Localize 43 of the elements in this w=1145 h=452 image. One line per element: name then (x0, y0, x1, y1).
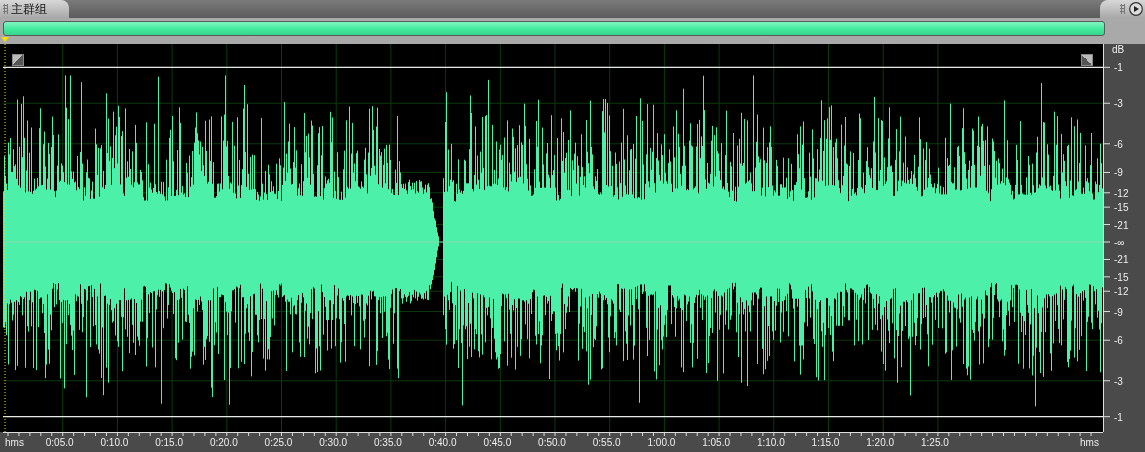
db-tick-label: -15 (1114, 201, 1129, 213)
db-tick-label: -1 (1114, 61, 1123, 73)
time-unit-label: hms (1080, 437, 1099, 448)
panel-tab[interactable]: 主群组 (0, 0, 69, 18)
db-tick-label: -12 (1114, 187, 1129, 199)
playhead-marker-icon[interactable] (1, 37, 9, 42)
grip-icon (3, 4, 8, 14)
time-tick-label: 1:10.0 (756, 437, 785, 448)
fade-handle-icon[interactable] (12, 54, 24, 66)
db-tick-label: -12 (1114, 285, 1129, 297)
db-tick-label: -6 (1114, 138, 1123, 150)
db-tick-label: -21 (1114, 219, 1129, 231)
time-tick-label: 1:15.0 (811, 437, 840, 448)
time-tick-label: 0:20.0 (209, 437, 238, 448)
time-tick-label: 0:45.0 (483, 437, 512, 448)
grip-icon (1120, 4, 1125, 14)
time-tick-label: 0:40.0 (428, 437, 457, 448)
db-tick-label: -∞ (1114, 236, 1125, 248)
time-tick-label: 0:05.0 (45, 437, 74, 448)
db-unit-label: dB (1112, 44, 1125, 55)
time-tick-label: 0:25.0 (264, 437, 293, 448)
time-tick-label: 0:35.0 (374, 437, 402, 448)
db-tick-label: -3 (1114, 97, 1123, 109)
db-tick-label: -9 (1114, 166, 1123, 178)
time-tick-label: 0:15.0 (155, 437, 183, 448)
db-tick-label: -9 (1114, 306, 1123, 318)
time-unit-label: hms (5, 437, 24, 448)
time-tick-label: 0:30.0 (319, 437, 348, 448)
db-tick-label: -15 (1114, 271, 1129, 283)
db-tick-label: -21 (1114, 253, 1129, 265)
time-tick-label: 0:55.0 (592, 437, 621, 448)
time-tick-label: 0:10.0 (100, 437, 129, 448)
time-tick-label: 1:00.0 (647, 437, 676, 448)
time-tick-label: 1:20.0 (866, 437, 895, 448)
db-tick-label: -3 (1114, 375, 1123, 387)
overview-scrollbar[interactable] (3, 21, 1105, 36)
time-tick-label: 1:25.0 (921, 437, 949, 448)
play-icon[interactable] (1129, 2, 1143, 16)
time-tick-label: 0:50.0 (538, 437, 566, 448)
db-tick-label: -1 (1114, 411, 1123, 423)
db-tick-label: -6 (1114, 334, 1123, 346)
fade-handle-icon[interactable] (1081, 54, 1093, 66)
time-tick-label: 1:05.0 (702, 437, 730, 448)
